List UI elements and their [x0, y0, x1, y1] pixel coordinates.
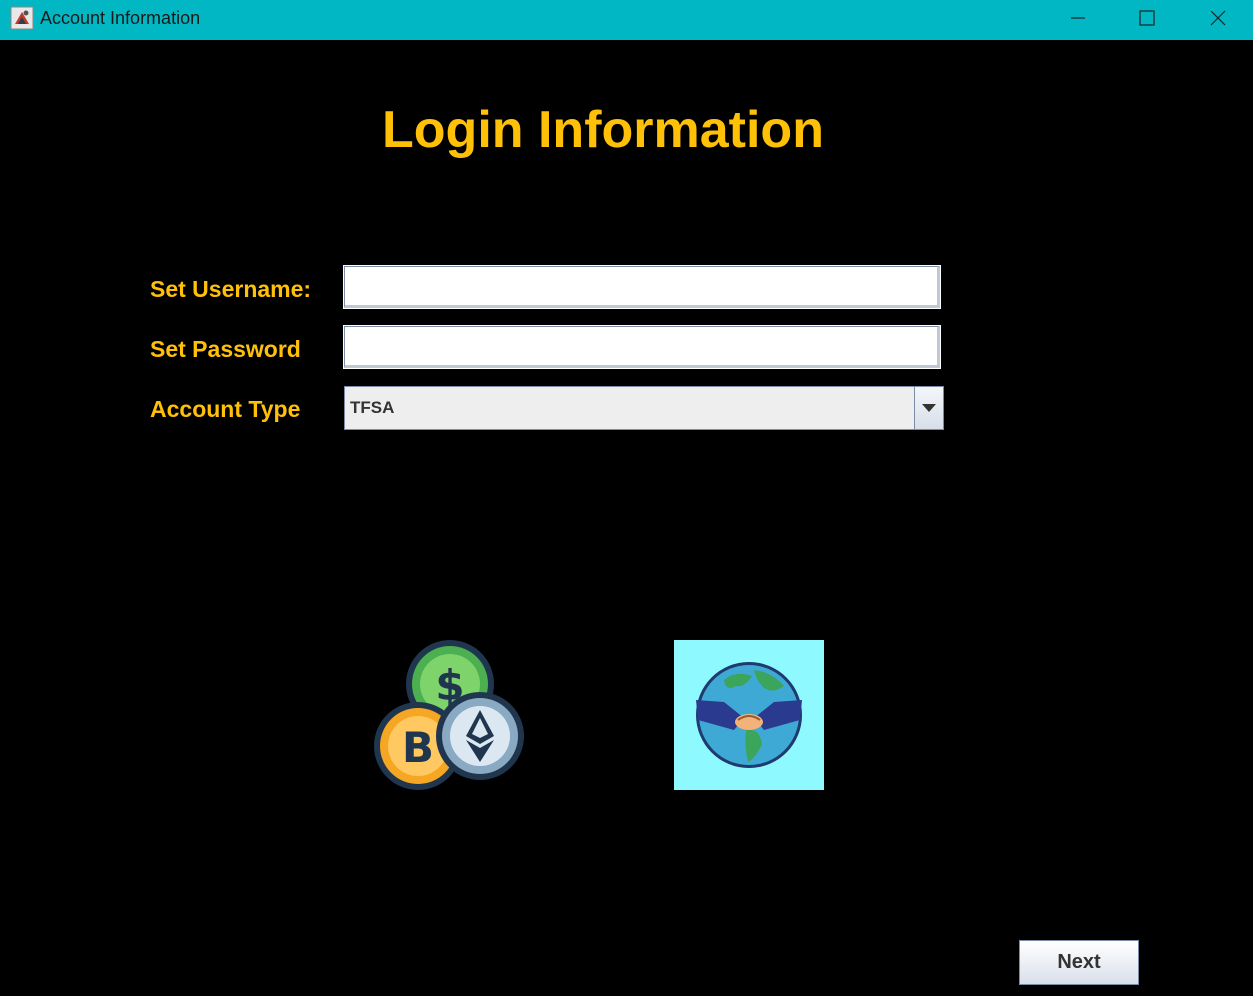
maximize-icon [1139, 10, 1155, 26]
close-icon [1210, 10, 1226, 26]
page-title: Login Information [382, 101, 824, 159]
account-type-label: Account Type [150, 396, 301, 422]
password-field[interactable] [343, 325, 941, 369]
account-type-select[interactable]: TFSA [344, 386, 944, 430]
java-app-icon [10, 6, 34, 30]
minimize-button[interactable] [1046, 0, 1110, 36]
username-field[interactable] [343, 265, 941, 309]
title-bar: Account Information [0, 0, 1253, 40]
next-button[interactable]: Next [1019, 940, 1139, 985]
dropdown-button[interactable] [914, 387, 943, 429]
maximize-button[interactable] [1115, 0, 1179, 36]
globe-handshake-image [674, 640, 824, 790]
password-label: Set Password [150, 336, 301, 362]
window-title: Account Information [40, 8, 201, 28]
close-button[interactable] [1186, 0, 1250, 36]
minimize-icon [1071, 17, 1085, 19]
chevron-down-icon [922, 404, 936, 412]
app-window: Account Information Login Information Se… [0, 0, 1253, 996]
globe-handshake-icon [696, 662, 802, 768]
account-type-selected-value: TFSA [350, 398, 395, 417]
crypto-coins-icon: $ B [374, 640, 524, 790]
username-label: Set Username: [150, 276, 312, 302]
svg-text:B: B [402, 723, 434, 772]
